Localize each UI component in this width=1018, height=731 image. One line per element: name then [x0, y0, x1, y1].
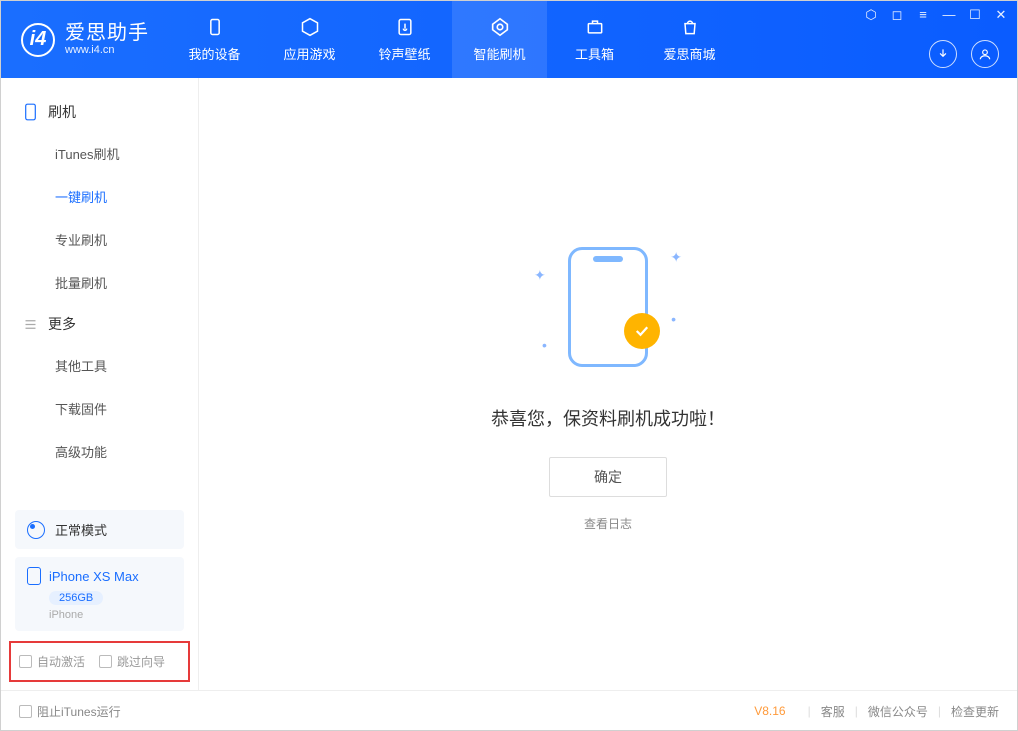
app-header: i4 爱思助手 www.i4.cn 我的设备 应用游戏 铃声壁纸 智能刷机 工具…: [1, 1, 1017, 78]
success-illustration: ✦ ✦ • •: [538, 237, 678, 377]
header-actions: [929, 40, 999, 68]
sparkle-icon: •: [542, 337, 547, 353]
store-icon: [679, 16, 701, 38]
skin-icon[interactable]: ⬡: [863, 7, 879, 23]
mode-label: 正常模式: [55, 520, 107, 539]
device-name: iPhone XS Max: [49, 569, 139, 584]
feedback-icon[interactable]: ◻: [889, 7, 905, 23]
top-nav: 我的设备 应用游戏 铃声壁纸 智能刷机 工具箱 爱思商城: [167, 1, 737, 78]
sidebar-item-batch-flash[interactable]: 批量刷机: [1, 261, 198, 304]
device-type: iPhone: [49, 609, 172, 621]
sparkle-icon: •: [671, 311, 676, 327]
nav-label: 铃声壁纸: [378, 44, 430, 63]
success-message: 恭喜您，保资料刷机成功啦！: [491, 405, 725, 431]
brand-url: www.i4.cn: [65, 44, 149, 56]
support-link[interactable]: 客服: [821, 703, 845, 720]
checkbox-icon: [19, 705, 32, 718]
sidebar-item-itunes-flash[interactable]: iTunes刷机: [1, 132, 198, 175]
version-label: V8.16: [754, 704, 785, 718]
flash-options-row: 自动激活 跳过向导: [9, 641, 190, 682]
toolbox-icon: [584, 16, 606, 38]
sidebar-section-label: 刷机: [48, 102, 76, 122]
checkbox-label: 自动激活: [37, 653, 85, 670]
apps-icon: [299, 16, 321, 38]
sidebar-item-advanced[interactable]: 高级功能: [1, 430, 198, 473]
nav-store[interactable]: 爱思商城: [642, 1, 737, 78]
device-mode-box[interactable]: 正常模式: [15, 510, 184, 549]
phone-icon: [23, 103, 38, 121]
menu-icon[interactable]: ≡: [915, 7, 931, 23]
sidebar-item-download-firmware[interactable]: 下载固件: [1, 387, 198, 430]
download-icon[interactable]: [929, 40, 957, 68]
nav-label: 我的设备: [188, 44, 240, 63]
nav-ringtones[interactable]: 铃声壁纸: [357, 1, 452, 78]
device-storage-badge: 256GB: [49, 591, 103, 605]
nav-toolbox[interactable]: 工具箱: [547, 1, 642, 78]
phone-icon: [27, 567, 41, 585]
sparkle-icon: ✦: [534, 267, 546, 284]
nav-apps[interactable]: 应用游戏: [262, 1, 357, 78]
success-check-icon: [624, 313, 660, 349]
checkbox-label: 跳过向导: [117, 653, 165, 670]
checkbox-icon: [19, 655, 32, 668]
footer: 阻止iTunes运行 V8.16 | 客服 | 微信公众号 | 检查更新: [1, 690, 1017, 731]
sidebar-section-more: 更多: [1, 304, 198, 344]
nav-label: 工具箱: [575, 44, 614, 63]
skip-guide-checkbox[interactable]: 跳过向导: [99, 653, 165, 670]
nav-my-device[interactable]: 我的设备: [167, 1, 262, 78]
main-content: ✦ ✦ • • 恭喜您，保资料刷机成功啦！ 确定 查看日志: [199, 78, 1017, 690]
block-itunes-checkbox[interactable]: 阻止iTunes运行: [19, 703, 121, 720]
view-log-link[interactable]: 查看日志: [584, 515, 632, 532]
sidebar: 刷机 iTunes刷机 一键刷机 专业刷机 批量刷机 更多 其他工具 下载固件 …: [1, 78, 199, 690]
close-icon[interactable]: ✕: [993, 7, 1009, 23]
phone-illustration-icon: [568, 247, 648, 367]
logo-icon: i4: [21, 23, 55, 57]
nav-flash[interactable]: 智能刷机: [452, 1, 547, 78]
nav-label: 爱思商城: [663, 44, 715, 63]
logo-block: i4 爱思助手 www.i4.cn: [1, 22, 167, 56]
sidebar-item-pro-flash[interactable]: 专业刷机: [1, 218, 198, 261]
window-controls: ⬡ ◻ ≡ — ☐ ✕: [863, 7, 1009, 23]
list-icon: [23, 317, 38, 332]
ringtone-icon: [394, 16, 416, 38]
sidebar-section-flash: 刷机: [1, 92, 198, 132]
auto-activate-checkbox[interactable]: 自动激活: [19, 653, 85, 670]
ok-button[interactable]: 确定: [549, 457, 667, 497]
brand-name: 爱思助手: [65, 22, 149, 44]
sidebar-item-onekey-flash[interactable]: 一键刷机: [1, 175, 198, 218]
nav-label: 智能刷机: [473, 44, 525, 63]
maximize-icon[interactable]: ☐: [967, 7, 983, 23]
mode-icon: [27, 521, 45, 539]
check-update-link[interactable]: 检查更新: [951, 703, 999, 720]
device-icon: [204, 16, 226, 38]
sidebar-section-label: 更多: [48, 314, 76, 334]
checkbox-label: 阻止iTunes运行: [37, 703, 121, 720]
sparkle-icon: ✦: [670, 249, 682, 266]
device-info-box[interactable]: iPhone XS Max 256GB iPhone: [15, 557, 184, 631]
sidebar-item-other-tools[interactable]: 其他工具: [1, 344, 198, 387]
checkbox-icon: [99, 655, 112, 668]
minimize-icon[interactable]: —: [941, 7, 957, 23]
user-icon[interactable]: [971, 40, 999, 68]
flash-icon: [489, 16, 511, 38]
wechat-link[interactable]: 微信公众号: [868, 703, 928, 720]
nav-label: 应用游戏: [283, 44, 335, 63]
